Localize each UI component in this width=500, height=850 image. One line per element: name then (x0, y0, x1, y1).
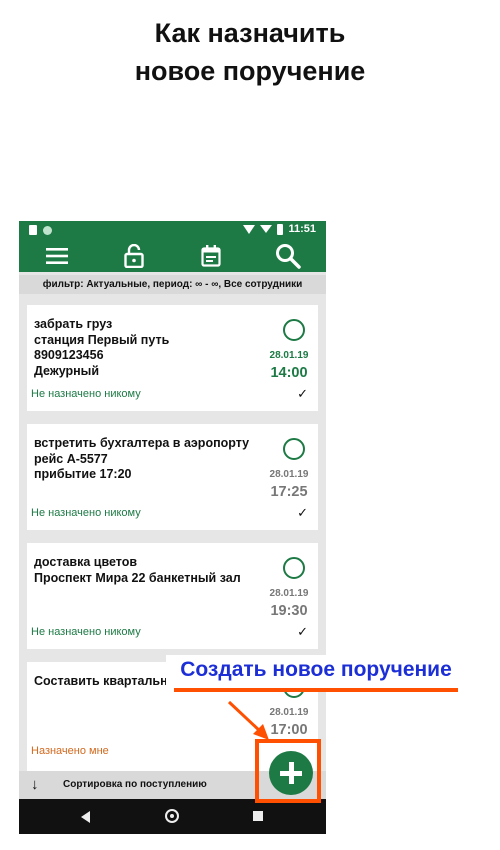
sort-arrow-icon: ↓ (31, 776, 39, 793)
headline-line-1: Как назначить (154, 18, 346, 48)
wifi-icon (243, 224, 256, 234)
task-text: доставка цветов Проспект Мира 22 банкетн… (34, 555, 259, 586)
signal-icon (260, 225, 273, 233)
task-line: Проспект Мира 22 банкетный зал (34, 570, 241, 585)
check-icon: ✓ (297, 386, 308, 401)
toolbar (19, 239, 326, 272)
search-icon (276, 243, 301, 269)
task-text: забрать груз станция Первый путь 8909123… (34, 317, 259, 379)
headline-line-2: новое поручение (134, 56, 366, 86)
plus-icon-vertical (288, 762, 294, 784)
complete-circle-icon[interactable] (283, 557, 305, 579)
notification-dot-icon (43, 225, 52, 235)
task-date: 28.01.19 (269, 350, 309, 361)
filter-bar[interactable]: фильтр: Актуальные, период: ∞ - ∞, Все с… (19, 275, 326, 294)
task-date: 28.01.19 (269, 469, 309, 480)
lock-button[interactable] (114, 239, 154, 272)
task-line: встретить бухгалтера в аэропорту (34, 436, 250, 450)
annotation-text: Создать новое поручение (180, 658, 452, 681)
android-nav-bar (19, 799, 326, 834)
battery-icon (277, 223, 284, 235)
calendar-button[interactable] (191, 239, 231, 272)
task-assignee: Не назначено никому (31, 388, 141, 400)
sort-label: Сортировка по поступлению (63, 779, 207, 790)
calendar-icon (201, 244, 221, 267)
task-line: 8909123456 (34, 348, 104, 362)
fab-highlight-box (255, 739, 321, 803)
task-card[interactable]: доставка цветов Проспект Мира 22 банкетн… (27, 543, 318, 649)
headline: Как назначить новое поручение (0, 14, 500, 90)
task-assignee: Не назначено никому (31, 626, 141, 638)
task-line: рейс А-5577 (34, 451, 108, 466)
task-line: доставка цветов (34, 555, 138, 569)
home-icon[interactable] (165, 809, 179, 823)
task-card[interactable]: встретить бухгалтера в аэропорту рейс А-… (27, 424, 318, 530)
task-card[interactable]: забрать груз станция Первый путь 8909123… (27, 305, 318, 411)
add-task-button[interactable] (269, 751, 313, 795)
complete-circle-icon[interactable] (283, 438, 305, 460)
task-date: 28.01.19 (269, 588, 309, 599)
search-button[interactable] (268, 239, 308, 272)
status-time: 11:51 (288, 223, 316, 235)
task-time: 17:25 (270, 484, 308, 500)
task-line: забрать груз (34, 317, 113, 331)
back-icon[interactable] (81, 811, 90, 823)
menu-button[interactable] (37, 239, 77, 272)
task-assignee: Назначено мне (31, 745, 109, 757)
status-bar: 11:51 (19, 221, 326, 239)
task-time: 19:30 (270, 603, 308, 619)
task-time: 14:00 (270, 365, 308, 381)
task-text: встретить бухгалтера в аэропорту рейс А-… (34, 436, 259, 483)
annotation-underline (174, 688, 458, 692)
task-line: прибытие 17:20 (34, 467, 132, 481)
task-assignee: Не назначено никому (31, 507, 141, 519)
check-icon: ✓ (297, 624, 308, 639)
task-line: станция Первый путь (34, 332, 170, 347)
task-line: Дежурный (34, 363, 100, 378)
complete-circle-icon[interactable] (283, 319, 305, 341)
annotation-callout: Создать новое поручение (166, 655, 466, 692)
menu-icon (46, 247, 68, 264)
sd-card-icon (29, 225, 37, 235)
recent-apps-icon[interactable] (253, 811, 263, 821)
lock-icon (124, 243, 144, 268)
check-icon: ✓ (297, 505, 308, 520)
